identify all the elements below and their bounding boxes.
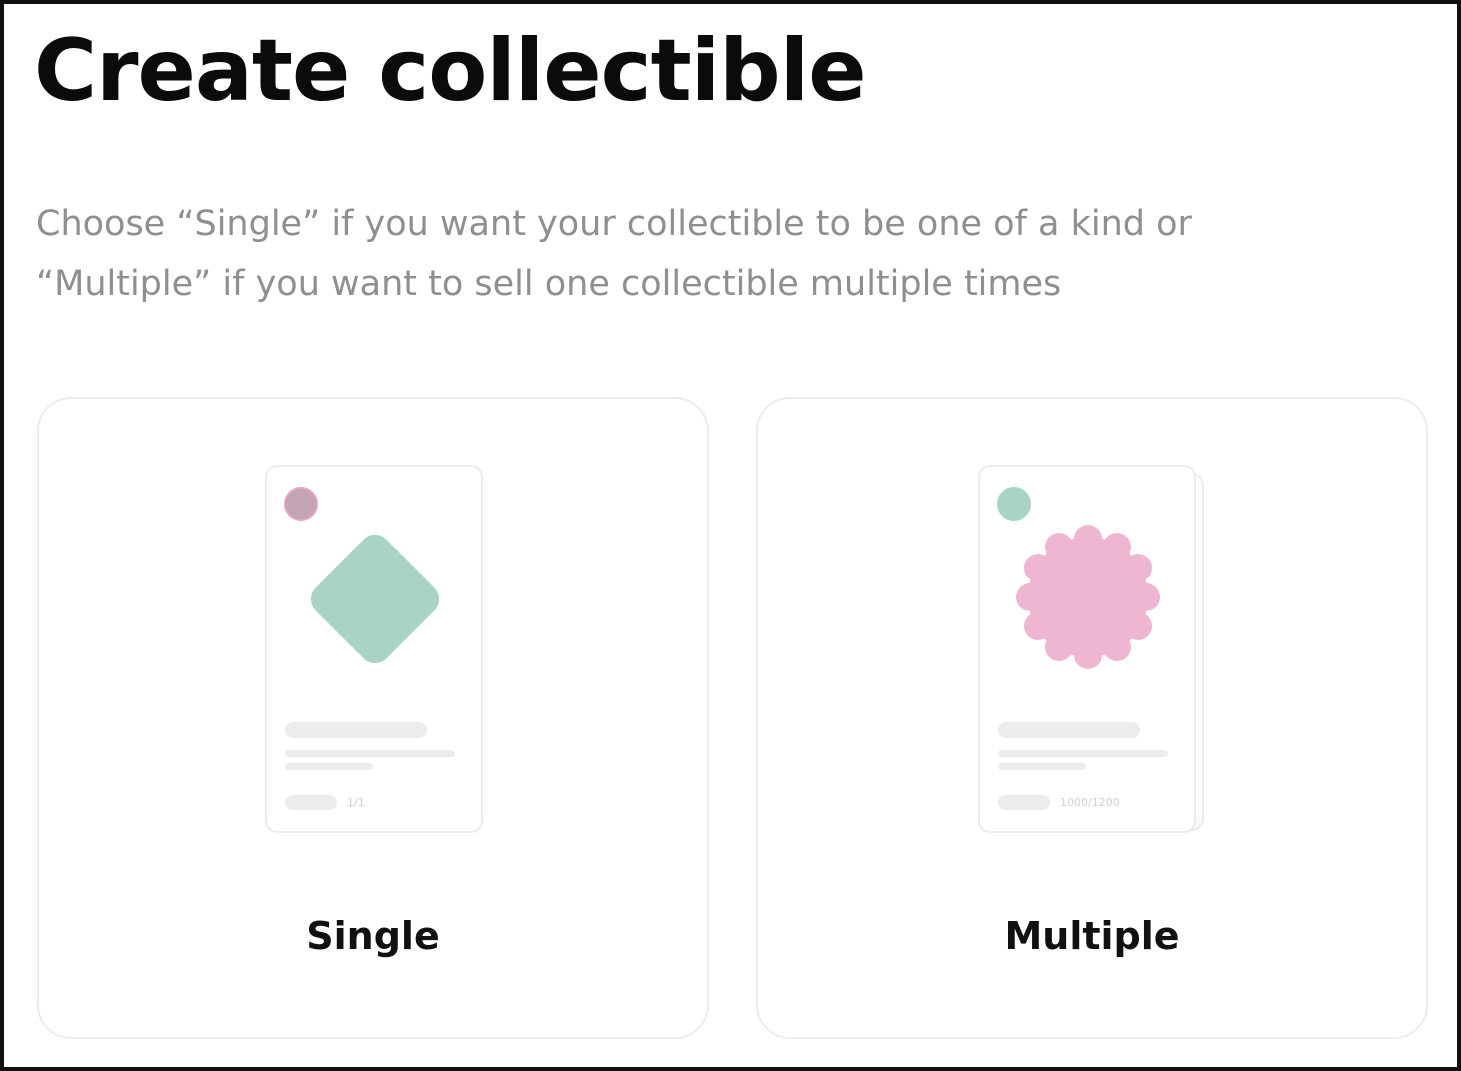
skeleton-line	[998, 763, 1086, 770]
scalloped-badge-icon	[1016, 525, 1160, 669]
multiple-option-card[interactable]: 1000/1200 Multiple	[756, 397, 1428, 1039]
multiple-card-preview: 1000/1200	[978, 465, 1196, 833]
page-subtitle: Choose “Single” if you want your collect…	[36, 204, 1192, 304]
skeleton-line	[285, 750, 455, 757]
single-option-card[interactable]: 1/1 Single	[37, 397, 709, 1039]
single-card-preview: 1/1	[265, 465, 483, 833]
skeleton-line	[285, 763, 373, 770]
skeleton-title	[998, 722, 1140, 738]
skeleton-title	[285, 722, 427, 738]
skeleton-price-pill	[998, 795, 1050, 810]
skeleton-line	[998, 750, 1168, 757]
multiple-option-label: Multiple	[1004, 914, 1180, 958]
rounded-diamond-icon	[310, 534, 440, 664]
edition-count: 1000/1200	[1060, 796, 1120, 809]
single-option-label: Single	[306, 914, 440, 958]
skeleton-price-pill	[285, 795, 337, 810]
edition-count: 1/1	[347, 796, 365, 809]
page-title: Create collectible	[34, 21, 867, 121]
create-collectible-screen: Create collectible Choose “Single” if yo…	[0, 0, 1461, 1071]
